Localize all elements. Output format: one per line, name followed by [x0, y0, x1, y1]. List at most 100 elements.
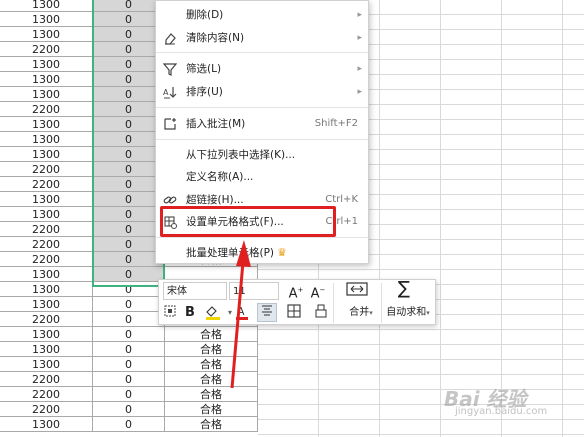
submenu-arrow-icon: ▸	[357, 33, 362, 43]
font-name-select[interactable]: 宋体	[163, 282, 227, 300]
autosum-button[interactable]: 自动求和▾	[381, 304, 435, 322]
cell-b[interactable]: 0	[93, 342, 165, 357]
submenu-arrow-icon: ▸	[357, 10, 362, 20]
cell-a[interactable]: 1300	[0, 0, 93, 12]
cell-a[interactable]: 1300	[0, 267, 93, 282]
cell-b[interactable]: 0	[93, 282, 165, 297]
border-icon[interactable]	[285, 304, 303, 324]
watermark-url: jingyan.baidu.com	[455, 406, 548, 417]
menu-item-label: 筛选(L)	[186, 63, 222, 75]
cell-a[interactable]: 1300	[0, 57, 93, 72]
cell-b[interactable]: 0	[93, 402, 165, 417]
cell-a[interactable]: 2200	[0, 402, 93, 417]
format-painter-icon[interactable]	[162, 304, 178, 324]
cell-a[interactable]: 1300	[0, 297, 93, 312]
cell-a[interactable]: 1300	[0, 417, 93, 432]
menu-item-pick-from-list[interactable]: 从下拉列表中选择(K)...	[156, 144, 368, 166]
cell-b[interactable]: 0	[93, 267, 165, 282]
fill-color-icon[interactable]	[203, 304, 223, 326]
cell-a[interactable]: 1300	[0, 87, 93, 102]
submenu-arrow-icon: ▸	[357, 64, 362, 74]
sort-icon: A	[163, 85, 177, 99]
menu-item-label: 从下拉列表中选择(K)...	[186, 149, 296, 161]
menu-divider	[156, 237, 368, 238]
menu-item-label-wrap: 批量处理单元格(P) ♛	[186, 242, 287, 264]
cell-a[interactable]: 2200	[0, 42, 93, 57]
shortcut-label: Shift+F2	[314, 118, 358, 129]
cell-b[interactable]: 0	[93, 327, 165, 342]
menu-item-define-name[interactable]: 定义名称(A)...	[156, 166, 368, 188]
cell-a[interactable]: 2200	[0, 372, 93, 387]
cell-a[interactable]: 1300	[0, 282, 93, 297]
cell-b[interactable]: 0	[93, 417, 165, 432]
filter-icon	[162, 62, 178, 76]
cell-c[interactable]: 合格	[165, 342, 258, 357]
merge-label: 合并	[349, 307, 370, 318]
cell-a[interactable]: 2200	[0, 252, 93, 267]
cell-c[interactable]: 合格	[165, 327, 258, 342]
menu-item-label: 定义名称(A)...	[186, 171, 254, 183]
cell-c[interactable]: 合格	[165, 387, 258, 402]
cell-a[interactable]: 1300	[0, 27, 93, 42]
cell-c[interactable]: 合格	[165, 417, 258, 432]
clear-format-icon[interactable]	[314, 304, 328, 324]
font-color-icon[interactable]: A	[235, 304, 249, 326]
submenu-arrow-icon: ▸	[357, 87, 362, 97]
cell-a[interactable]: 1300	[0, 117, 93, 132]
cell-a[interactable]: 1300	[0, 132, 93, 147]
mini-toolbar: 宋体 11 A+ A− ∑ B ▾ A 合并▾ 自动求和▾	[158, 279, 436, 325]
sum-icon[interactable]: ∑	[393, 280, 415, 298]
cell-a[interactable]: 1300	[0, 207, 93, 222]
cell-a[interactable]: 1300	[0, 192, 93, 207]
menu-item-delete[interactable]: 删除(D) ▸	[156, 4, 368, 26]
cell-a[interactable]: 2200	[0, 102, 93, 117]
cell-a[interactable]: 2200	[0, 222, 93, 237]
decrease-font-icon[interactable]: A−	[309, 281, 327, 303]
link-icon	[163, 193, 177, 207]
font-size-select[interactable]: 11	[229, 282, 279, 300]
bold-button[interactable]: B	[183, 304, 197, 322]
cell-c[interactable]: 合格	[165, 402, 258, 417]
menu-item-label: 排序(U)	[186, 86, 223, 98]
highlight-box	[160, 206, 336, 237]
cell-b[interactable]: 0	[93, 357, 165, 372]
cell-a[interactable]: 2200	[0, 177, 93, 192]
eraser-icon	[163, 31, 177, 45]
toolbar-divider	[333, 283, 334, 323]
cell-a[interactable]: 1300	[0, 342, 93, 357]
cell-a[interactable]: 2200	[0, 237, 93, 252]
menu-item-label: 清除内容(N)	[186, 32, 245, 44]
cell-a[interactable]: 2200	[0, 312, 93, 327]
menu-item-label: 删除(D)	[186, 9, 224, 21]
cell-a[interactable]: 1300	[0, 72, 93, 87]
cell-c[interactable]: 合格	[165, 372, 258, 387]
dropdown-arrow-icon[interactable]: ▾	[226, 304, 234, 322]
cell-b[interactable]: 0	[93, 387, 165, 402]
increase-font-icon[interactable]: A+	[287, 281, 305, 303]
menu-item-label: 批量处理单元格(P)	[186, 247, 275, 259]
menu-item-label: 插入批注(M)	[186, 118, 246, 130]
cell-a[interactable]: 2200	[0, 387, 93, 402]
menu-item-filter[interactable]: 筛选(L) ▸	[156, 58, 368, 80]
crown-icon: ♛	[277, 246, 287, 259]
comment-icon	[163, 117, 177, 131]
autosum-label: 自动求和	[386, 307, 427, 318]
menu-item-sort[interactable]: A 排序(U) ▸	[156, 81, 368, 103]
menu-item-batch-process[interactable]: 批量处理单元格(P) ♛	[156, 242, 368, 264]
cell-b[interactable]: 0	[93, 312, 165, 327]
svg-text:A: A	[237, 305, 245, 318]
cell-a[interactable]: 1300	[0, 327, 93, 342]
menu-divider	[156, 107, 368, 108]
cell-a[interactable]: 1300	[0, 12, 93, 27]
cell-b[interactable]: 0	[93, 372, 165, 387]
cell-b[interactable]: 0	[93, 297, 165, 312]
menu-item-clear[interactable]: 清除内容(N) ▸	[156, 27, 368, 49]
align-center-button[interactable]	[257, 303, 277, 322]
merge-icon[interactable]	[343, 281, 371, 303]
cell-a[interactable]: 1300	[0, 147, 93, 162]
cell-a[interactable]: 2200	[0, 162, 93, 177]
merge-button[interactable]: 合并▾	[341, 304, 381, 322]
cell-c[interactable]: 合格	[165, 357, 258, 372]
cell-a[interactable]: 1300	[0, 357, 93, 372]
menu-item-insert-comment[interactable]: 插入批注(M) Shift+F2	[156, 113, 368, 135]
